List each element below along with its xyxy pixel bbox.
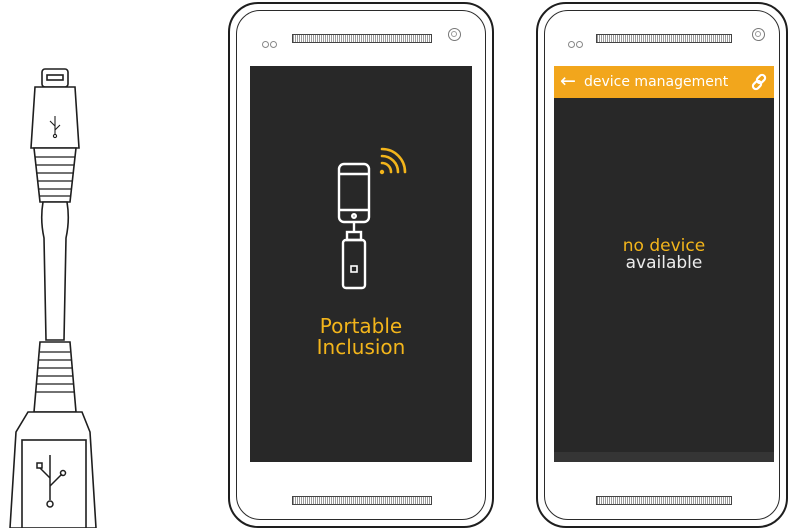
- front-camera-icon: [448, 28, 461, 41]
- phone-frame-device-management: ← device management no device available: [536, 2, 788, 528]
- back-arrow-icon[interactable]: ←: [560, 69, 576, 93]
- device-management-screen: ← device management no device available: [554, 66, 774, 462]
- sensor-dots: [568, 33, 584, 52]
- app-name: Portable Inclusion: [250, 316, 472, 358]
- app-bar-title: device management: [584, 74, 729, 90]
- top-speaker-grille: [292, 34, 432, 43]
- bottom-speaker-grille: [292, 496, 432, 505]
- app-name-line2: Inclusion: [316, 335, 406, 359]
- splash-screen: Portable Inclusion: [250, 66, 472, 462]
- empty-message-line2: available: [625, 253, 703, 273]
- wifi-signal-icon: [379, 147, 407, 175]
- app-name-line1: Portable: [319, 314, 403, 338]
- link-icon[interactable]: [750, 73, 768, 91]
- front-camera-icon: [752, 28, 765, 41]
- empty-state-message: no device available: [554, 238, 774, 272]
- top-speaker-grille: [596, 34, 732, 43]
- app-bar: ← device management: [554, 66, 774, 98]
- sensor-dots: [262, 33, 278, 52]
- phone-frame-splash: Portable Inclusion: [228, 2, 494, 528]
- usb-adapter-cable-illustration: [9, 68, 97, 528]
- bottom-speaker-grille: [596, 496, 732, 505]
- screen-bottom-bar: [554, 452, 774, 462]
